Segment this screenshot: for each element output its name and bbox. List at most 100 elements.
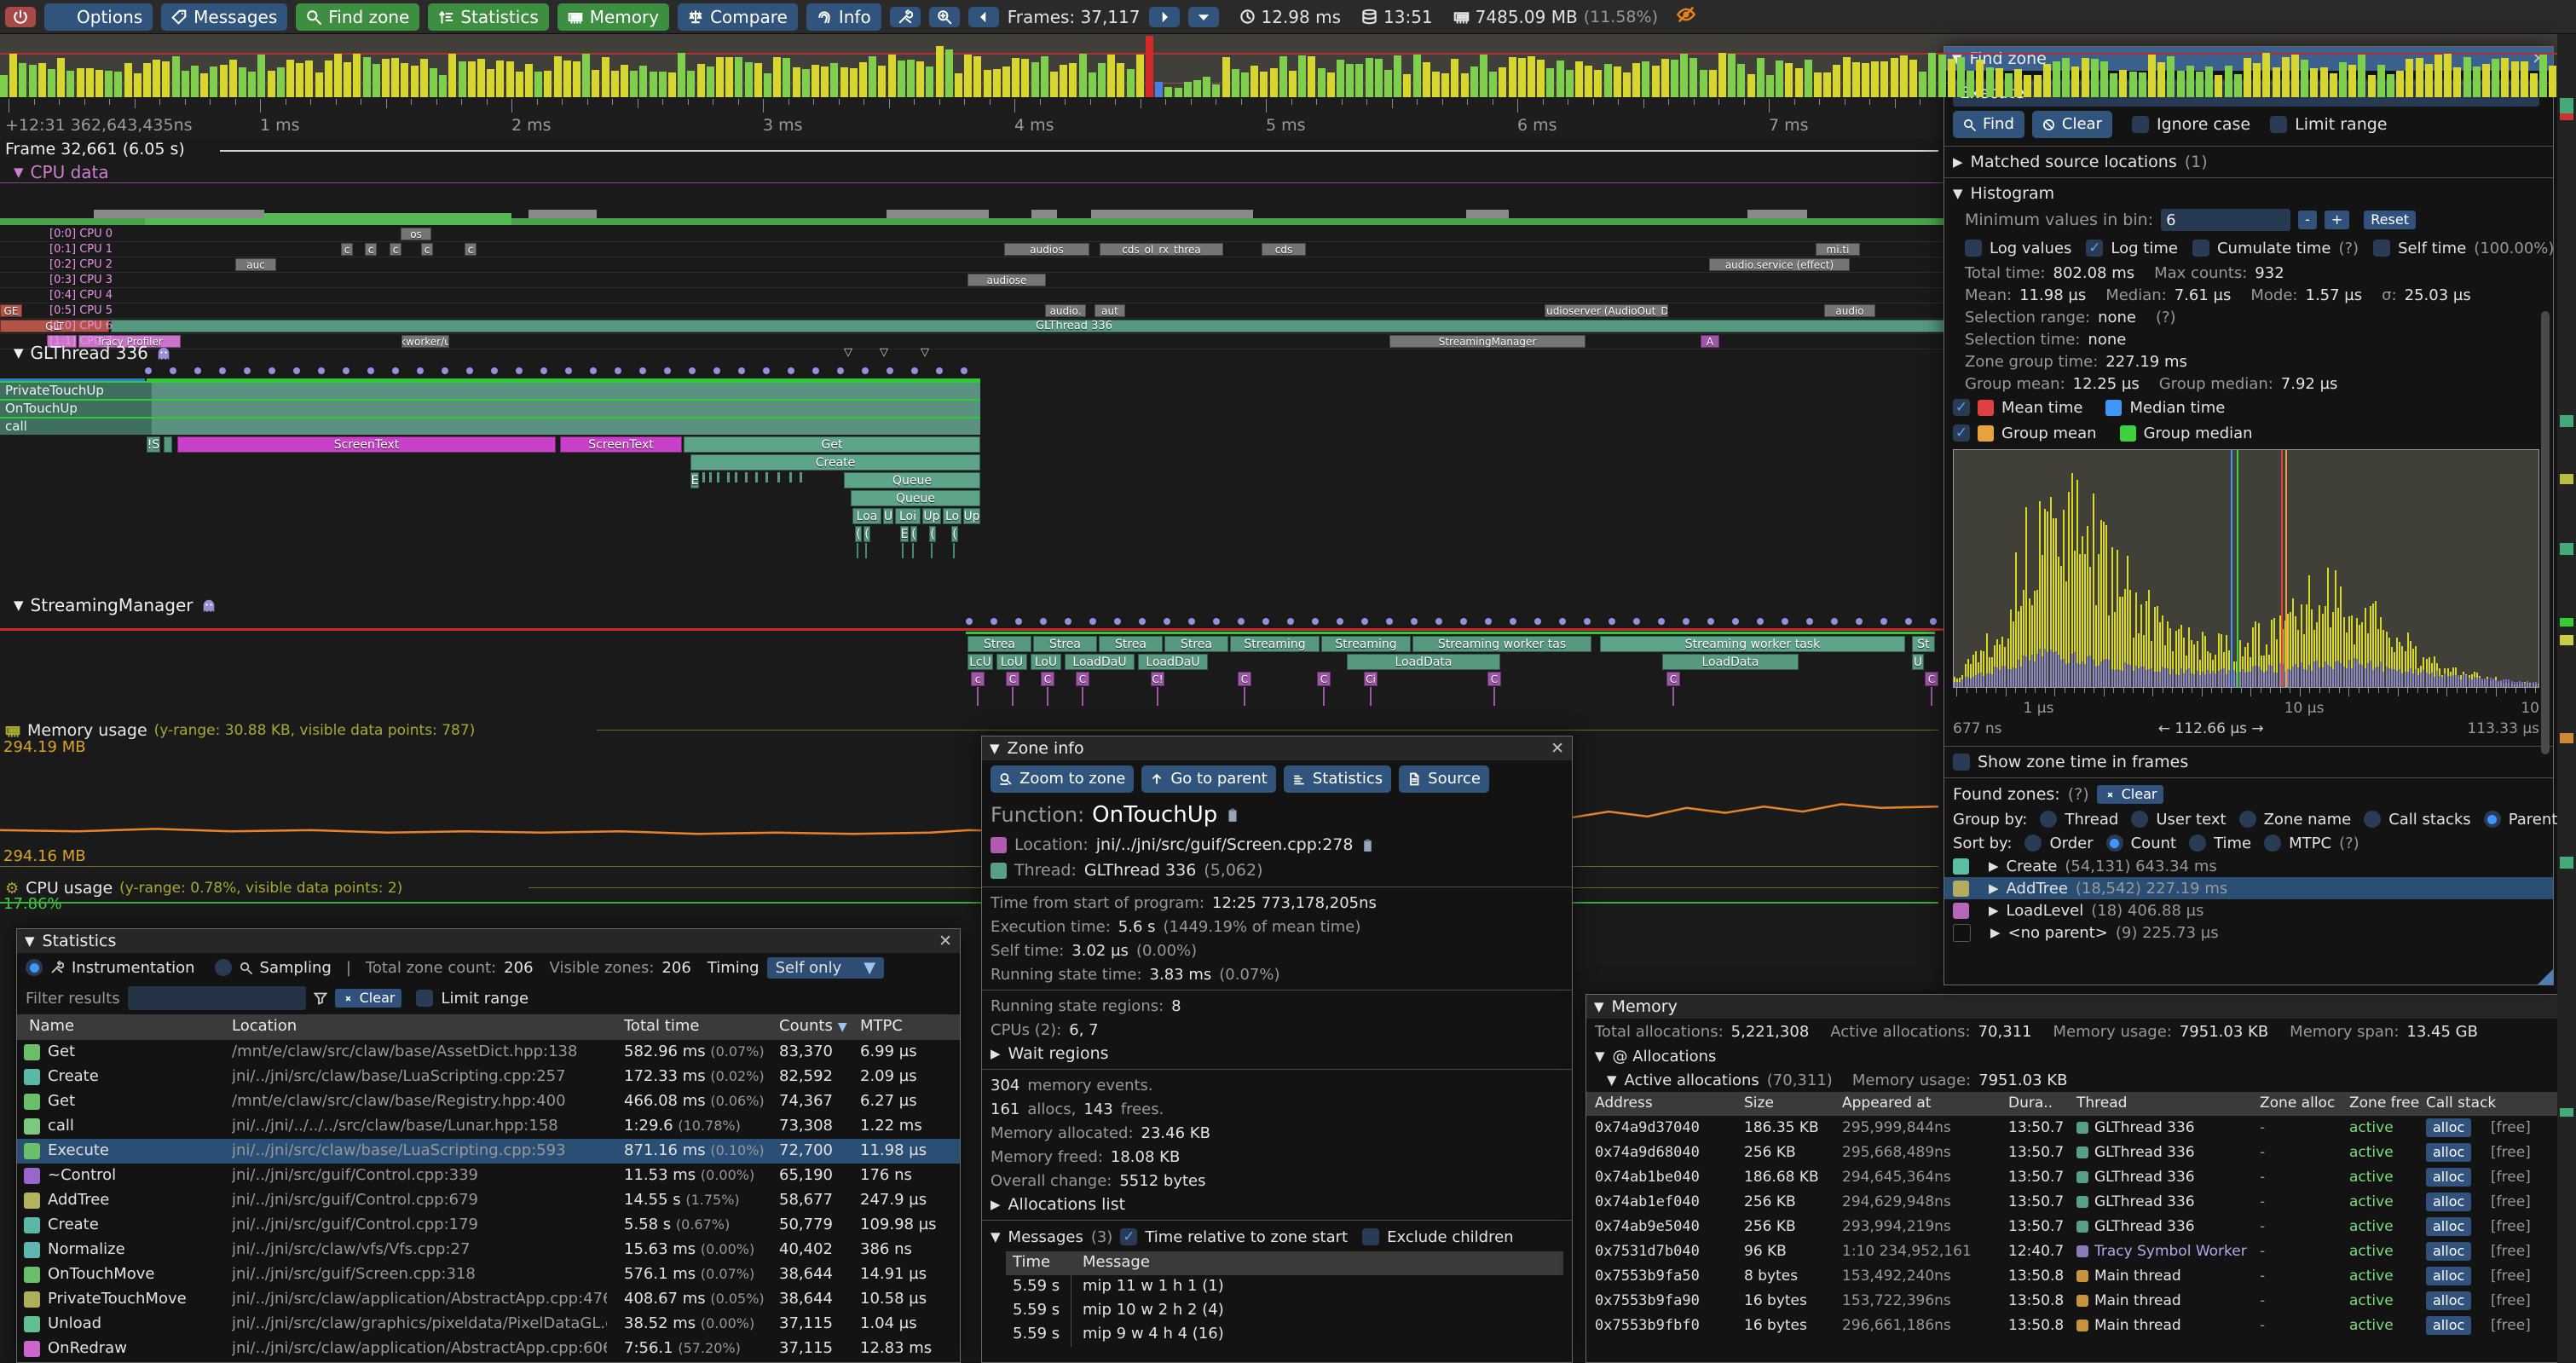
message-dot[interactable] [887, 367, 893, 374]
frame-bar[interactable] [0, 75, 8, 97]
frame-bar[interactable] [1909, 60, 1917, 97]
frame-bar[interactable] [850, 68, 858, 97]
frame-bar[interactable] [2406, 59, 2413, 97]
found-zone-group-row[interactable]: ▶AddTree(18,542) 227.19 ms [1944, 877, 2553, 899]
message-dot[interactable] [1930, 618, 1937, 625]
frame-bar[interactable] [1069, 63, 1077, 97]
frame-bar[interactable] [2253, 63, 2261, 97]
frame-bar[interactable] [1270, 68, 1278, 97]
frame-bar[interactable] [1852, 62, 1860, 97]
message-dot[interactable] [615, 367, 621, 374]
cpu-zone[interactable]: audio.service (effect) [1709, 258, 1850, 271]
cpu-zone[interactable]: c [365, 243, 377, 256]
statistics-button[interactable]: Statistics [1284, 765, 1391, 793]
frame-bar[interactable] [888, 55, 896, 97]
frame-bar[interactable] [2273, 67, 2280, 97]
message-dot[interactable] [812, 367, 819, 374]
frame-bar[interactable] [257, 55, 265, 97]
message-dot[interactable] [293, 367, 300, 374]
message-dot[interactable] [966, 618, 973, 625]
message-dot[interactable] [788, 367, 794, 374]
message-dot[interactable] [837, 367, 844, 374]
instrumentation-radio[interactable] [26, 959, 43, 976]
frame-bar[interactable] [2215, 75, 2222, 97]
message-dot[interactable] [1633, 618, 1640, 625]
message-dot[interactable] [1510, 618, 1516, 625]
open-zone-label[interactable]: PrivateTouchUp [0, 383, 152, 399]
frame-bar[interactable] [1671, 60, 1678, 97]
frame-bar[interactable] [2014, 69, 2022, 97]
frame-bar[interactable] [1843, 57, 1851, 97]
frame-bar[interactable] [1575, 61, 1583, 97]
message-dot[interactable] [1485, 618, 1492, 625]
cpu-zone[interactable]: kworker/u [401, 335, 449, 348]
stats-table-row[interactable]: OnTouchMovejni/../jni/src/guif/Screen.cp… [17, 1262, 960, 1287]
stats-table-header[interactable]: NameLocationTotal timeCounts▼MTPC [17, 1014, 960, 1040]
streaming-section-header[interactable]: ▼StreamingManager [14, 595, 217, 615]
frame-bar[interactable] [1566, 70, 1574, 97]
alloc-callstack-button[interactable]: alloc [2426, 1316, 2471, 1335]
message-dot[interactable] [1164, 618, 1170, 625]
frame-bar[interactable] [305, 61, 313, 97]
frame-bar[interactable] [363, 57, 371, 97]
cumulate-time-checkbox[interactable] [2192, 240, 2209, 257]
message-dot[interactable] [1411, 618, 1418, 625]
frame-bar[interactable] [172, 56, 180, 97]
message-dot[interactable] [1757, 618, 1764, 625]
alloc-callstack-button[interactable]: alloc [2426, 1118, 2471, 1137]
timeline-zone[interactable]: C [1076, 672, 1089, 686]
cpu-zone[interactable]: audioserver (AudioOut_D) [1545, 304, 1668, 317]
frame-bar[interactable] [1957, 57, 1965, 97]
frame-bar[interactable] [2463, 57, 2471, 97]
frame-bar[interactable] [1021, 59, 1029, 97]
frame-bar[interactable] [2186, 66, 2194, 97]
frame-bar[interactable] [563, 61, 571, 97]
frame-bar[interactable] [468, 61, 476, 97]
frame-bar[interactable] [2091, 59, 2099, 97]
cpu-zone[interactable]: StreamingManager [1389, 335, 1585, 348]
frame-bar[interactable] [993, 69, 1001, 97]
memory-table-row[interactable]: 0x7553b9fa9016 bytes153,722,396ns13:50.8… [1586, 1289, 2562, 1314]
message-dot[interactable] [145, 367, 152, 374]
frame-bar[interactable] [735, 57, 742, 97]
message-dot[interactable] [1312, 618, 1319, 625]
frame-bar[interactable] [2119, 70, 2127, 97]
timeline-zone[interactable]: LoadDaU [1138, 654, 1208, 670]
frame-bar[interactable] [582, 54, 590, 97]
timeline-zone[interactable]: Loa [852, 508, 881, 524]
found-clear-button[interactable]: Clear [2097, 785, 2164, 804]
frame-bar[interactable] [554, 56, 562, 97]
log-time-checkbox[interactable]: ✓ [2086, 240, 2103, 257]
frame-bar[interactable] [1441, 73, 1449, 97]
frame-bar[interactable] [1423, 62, 1430, 97]
frame-bar[interactable] [2024, 75, 2031, 97]
frame-bar[interactable] [1537, 60, 1545, 97]
frame-bar[interactable] [66, 71, 74, 97]
frame-bar[interactable] [2082, 58, 2089, 97]
frame-bar[interactable] [687, 71, 695, 97]
frame-bar[interactable] [1337, 60, 1344, 97]
frame-bar[interactable] [2205, 66, 2213, 97]
clear-button[interactable]: Clear [2032, 111, 2112, 138]
close-icon[interactable]: ✕ [939, 932, 952, 950]
frame-bar[interactable] [1050, 72, 1058, 97]
message-dot[interactable] [936, 367, 943, 374]
cpu-zone[interactable]: GLThread 336 [111, 320, 2037, 332]
cpu-zone[interactable]: GE [0, 304, 22, 317]
frame-bar[interactable] [2110, 73, 2117, 97]
frame-bar[interactable] [2539, 55, 2547, 97]
cpu-zone[interactable]: A [1701, 335, 1719, 348]
frame-bar[interactable] [725, 57, 733, 97]
frame-bar[interactable] [2157, 62, 2165, 97]
frame-bar[interactable] [1031, 62, 1039, 97]
frame-bar[interactable] [1689, 58, 1697, 97]
frame-bar[interactable] [630, 71, 638, 97]
timeline-zone[interactable]: ( [910, 526, 917, 542]
frame-bar[interactable] [38, 63, 46, 97]
frame-bar[interactable] [821, 66, 829, 98]
message-dot[interactable] [1089, 618, 1096, 625]
stats-table-row[interactable]: Createjni/../jni/src/guif/Control.cpp:17… [17, 1213, 960, 1238]
frame-bar[interactable] [1805, 60, 1812, 97]
time-relative-checkbox[interactable]: ✓ [1120, 1228, 1137, 1245]
memory-table-row[interactable]: 0x7531d7b04096 KB1:10 234,952,16112:40.7… [1586, 1239, 2562, 1264]
